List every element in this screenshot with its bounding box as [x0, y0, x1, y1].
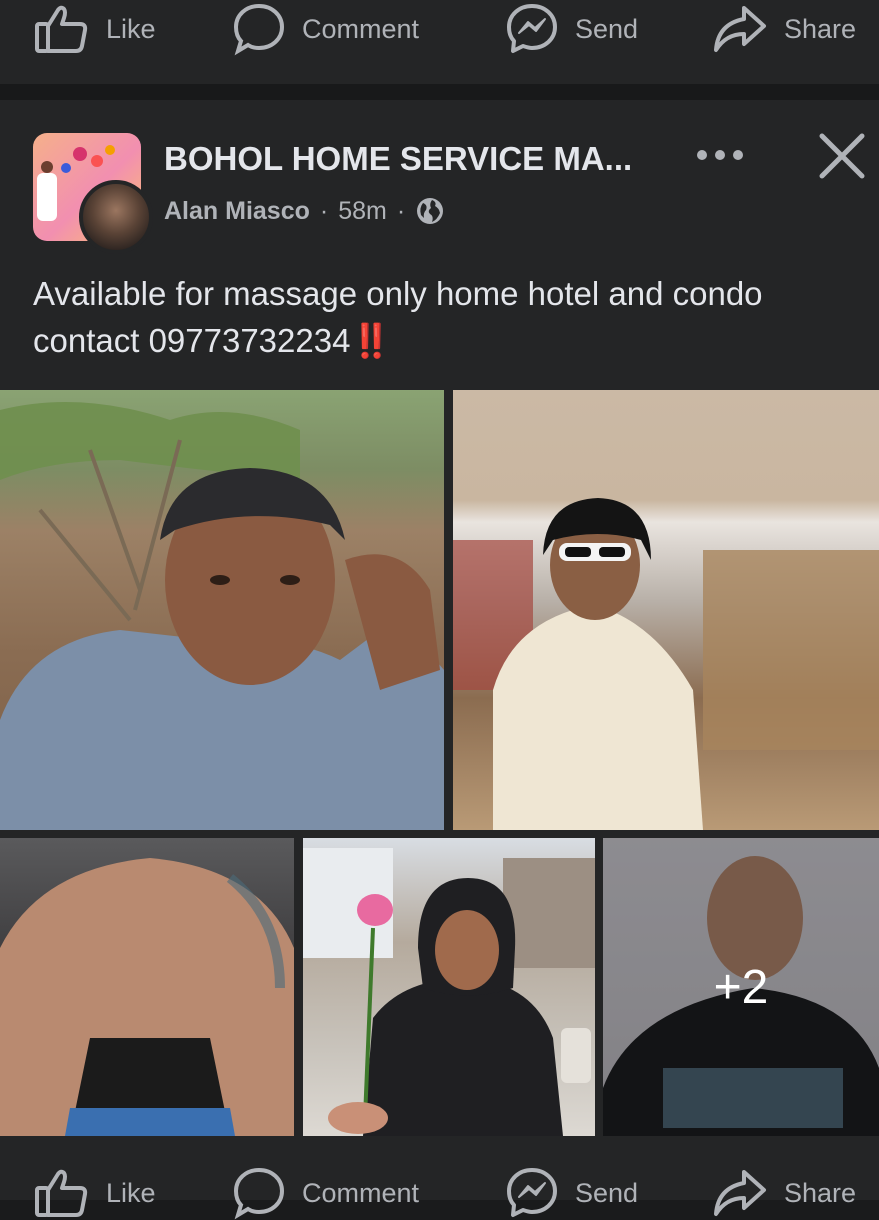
meta-separator: · — [396, 196, 406, 225]
thumbs-up-icon — [35, 1169, 88, 1217]
like-label: Like — [106, 1177, 156, 1208]
comment-label: Comment — [302, 13, 420, 44]
post-text: Available for massage only home hotel an… — [33, 270, 873, 364]
more-options-icon[interactable] — [690, 138, 750, 172]
thumbs-up-icon — [35, 5, 88, 53]
comment-icon — [233, 3, 285, 56]
share-label: Share — [784, 13, 857, 44]
share-label: Share — [784, 1177, 857, 1208]
previous-post-action-bar: Like Comment Send Share — [0, 0, 879, 84]
send-label: Send — [575, 1177, 639, 1208]
post-photo-1[interactable] — [0, 390, 444, 830]
share-button[interactable]: Share — [712, 6, 856, 52]
comment-icon — [233, 1167, 285, 1220]
post-text-line-2: contact 09773732234 — [33, 322, 351, 359]
post-action-bar: Like Comment Send Share — [0, 1150, 879, 1220]
send-button[interactable]: Send — [505, 1168, 639, 1217]
post-photo-3[interactable] — [0, 838, 294, 1136]
post-text-line-1: Available for massage only home hotel an… — [33, 275, 763, 312]
author-avatar[interactable] — [79, 180, 153, 254]
share-button[interactable]: Share — [712, 1170, 856, 1216]
group-name[interactable]: BOHOL HOME SERVICE MA... — [164, 140, 632, 178]
comment-button[interactable]: Comment — [232, 3, 420, 56]
messenger-icon — [507, 4, 557, 53]
author-name[interactable]: Alan Miasco — [164, 197, 310, 226]
messenger-icon — [507, 1168, 557, 1217]
feed-divider — [0, 84, 879, 100]
post-photo-2[interactable] — [453, 390, 879, 830]
share-arrow-icon — [714, 6, 766, 52]
like-button[interactable]: Like — [34, 5, 156, 53]
double-exclamation-emoji: ‼️ — [350, 322, 391, 359]
like-button[interactable]: Like — [34, 1169, 156, 1217]
meta-separator: · — [319, 196, 329, 225]
post-meta: Alan Miasco · 58m · — [164, 196, 445, 226]
comment-label: Comment — [302, 1177, 420, 1208]
comment-button[interactable]: Comment — [232, 1167, 420, 1220]
post-photo-4[interactable] — [303, 838, 595, 1136]
more-photos-overlay[interactable]: +2 — [603, 838, 879, 1136]
close-icon[interactable] — [816, 130, 868, 182]
globe-icon — [417, 198, 444, 224]
share-arrow-icon — [714, 1170, 766, 1216]
like-label: Like — [106, 13, 156, 44]
post-time[interactable]: 58m — [338, 197, 387, 226]
post-card: BOHOL HOME SERVICE MA... Alan Miasco · 5… — [0, 100, 879, 1150]
send-label: Send — [575, 13, 639, 44]
send-button[interactable]: Send — [505, 4, 639, 53]
